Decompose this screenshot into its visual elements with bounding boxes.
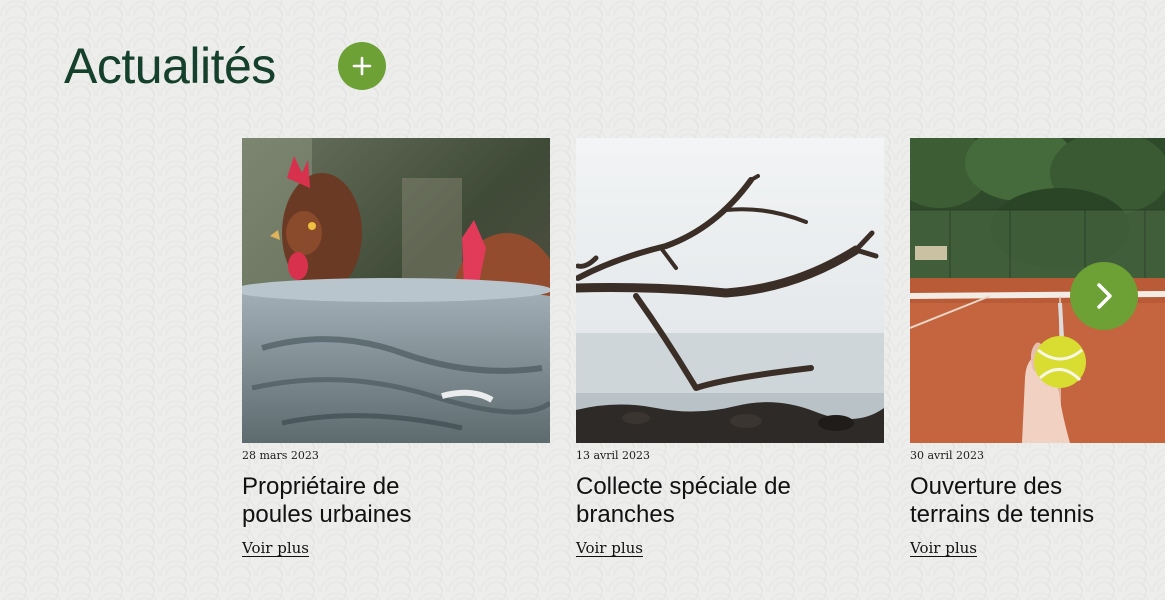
news-image-branches[interactable] (576, 138, 884, 443)
read-more-link[interactable]: Voir plus (242, 539, 309, 557)
news-title-line: Ouverture des (910, 473, 1063, 500)
news-card: 30 avril 2023 Ouverture des terrains de … (910, 138, 1165, 558)
news-date: 30 avril 2023 (910, 449, 985, 462)
news-card: 28 mars 2023 Propriétaire de poules urba… (242, 138, 550, 558)
add-news-button[interactable] (338, 42, 386, 90)
read-more-link[interactable]: Voir plus (910, 539, 977, 557)
news-title[interactable]: Ouverture des terrains de tennis (910, 473, 1165, 529)
news-title[interactable]: Collecte spéciale de branches (576, 473, 884, 529)
news-title-line: Collecte spéciale de (576, 473, 791, 500)
carousel-next-button[interactable] (1070, 262, 1138, 330)
read-more-link[interactable]: Voir plus (576, 539, 643, 557)
plus-icon (352, 56, 372, 76)
news-date: 13 avril 2023 (576, 449, 651, 462)
section-title: Actualités (64, 38, 276, 94)
news-title-line: poules urbaines (242, 501, 412, 528)
chevron-right-icon (1097, 283, 1112, 309)
news-date: 28 mars 2023 (242, 449, 319, 462)
news-card: 13 avril 2023 Collecte spéciale de branc… (576, 138, 884, 558)
news-title-line: branches (576, 501, 675, 528)
news-title-line: Propriétaire de (242, 473, 400, 500)
news-image-chickens[interactable] (242, 138, 550, 443)
news-title-line: terrains de tennis (910, 501, 1095, 528)
news-title[interactable]: Propriétaire de poules urbaines (242, 473, 550, 529)
